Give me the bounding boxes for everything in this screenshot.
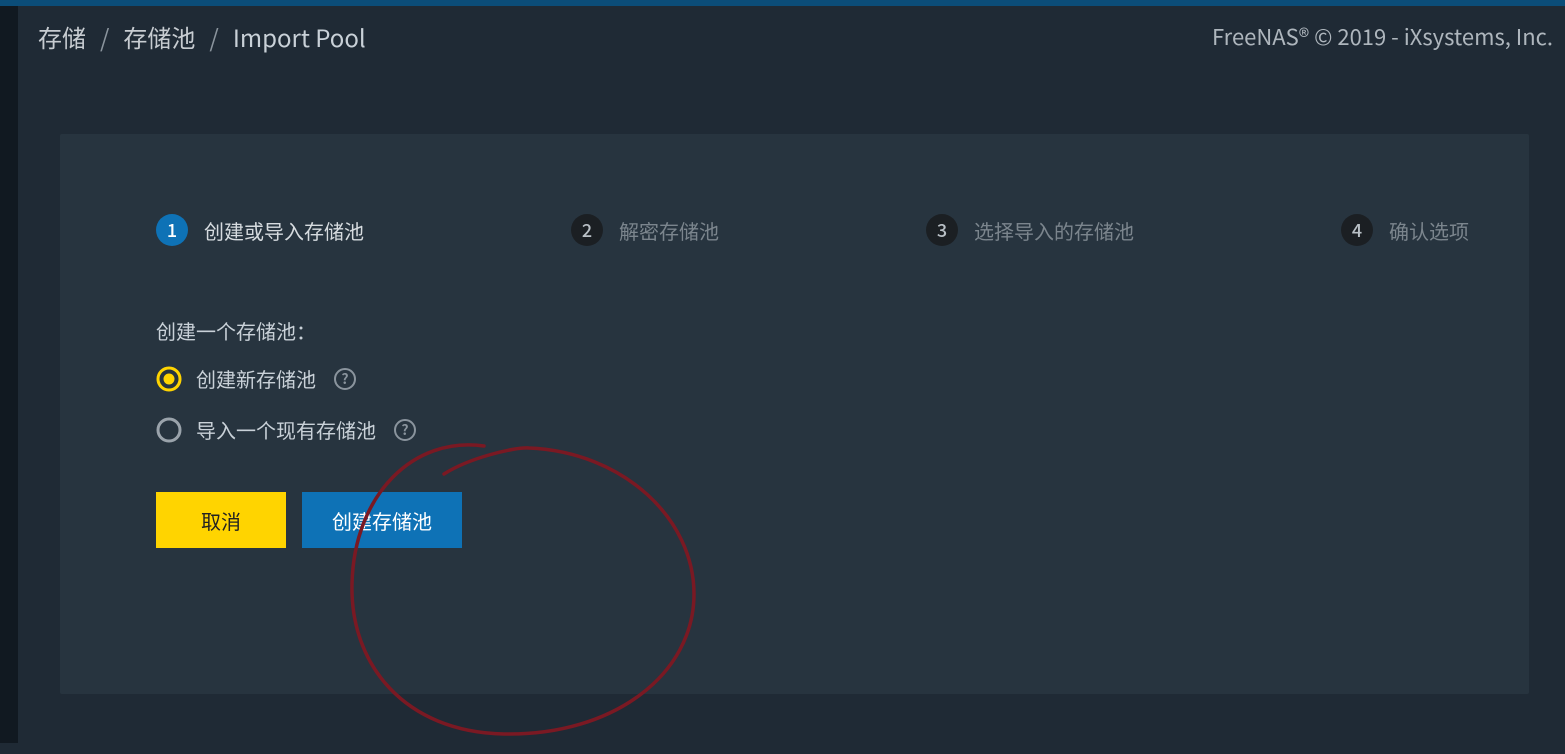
- step-chip-3: 3: [926, 214, 958, 246]
- breadcrumb: 存储 / 存储池 / Import Pool: [38, 19, 366, 54]
- breadcrumb-pools[interactable]: 存储池: [123, 19, 195, 54]
- radio-label-import: 导入一个现有存储池: [196, 415, 376, 444]
- page-header: 存储 / 存储池 / Import Pool FreeNAS® © 2019 -…: [18, 6, 1565, 66]
- step-label-4: 确认选项: [1389, 216, 1469, 245]
- radio-icon-unselected: [156, 417, 182, 443]
- hand-drawn-annotation: [294, 434, 714, 754]
- breadcrumb-storage[interactable]: 存储: [38, 19, 86, 54]
- left-rail: [0, 6, 18, 743]
- radio-create-new-pool[interactable]: 创建新存储池 ?: [156, 364, 416, 393]
- copyright-text: FreeNAS® © 2019 - iXsystems, Inc.: [1212, 20, 1553, 52]
- step-chip-4: 4: [1341, 214, 1373, 246]
- section-title: 创建一个存储池：: [156, 316, 316, 345]
- step-decrypt-pool[interactable]: 2 解密存储池: [571, 214, 719, 246]
- create-pool-button[interactable]: 创建存储池: [302, 492, 462, 548]
- help-icon[interactable]: ?: [394, 419, 416, 441]
- radio-label-create: 创建新存储池: [196, 364, 316, 393]
- wizard-card: 1 创建或导入存储池 2 解密存储池 3 选择导入的存储池 4 确认选项 创建一…: [60, 134, 1529, 694]
- step-chip-2: 2: [571, 214, 603, 246]
- breadcrumb-separator: /: [100, 19, 109, 54]
- radio-import-existing-pool[interactable]: 导入一个现有存储池 ?: [156, 415, 416, 444]
- wizard-actions: 取消 创建存储池: [156, 492, 462, 548]
- cancel-button[interactable]: 取消: [156, 492, 286, 548]
- help-icon[interactable]: ?: [334, 368, 356, 390]
- breadcrumb-separator: /: [209, 19, 218, 54]
- breadcrumb-current: Import Pool: [233, 19, 366, 54]
- radio-icon-selected: [156, 366, 182, 392]
- step-label-2: 解密存储池: [619, 216, 719, 245]
- step-create-or-import[interactable]: 1 创建或导入存储池: [156, 214, 364, 246]
- radio-group-create-pool: 创建新存储池 ? 导入一个现有存储池 ?: [156, 364, 416, 444]
- step-confirm-options[interactable]: 4 确认选项: [1341, 214, 1469, 246]
- step-label-3: 选择导入的存储池: [974, 216, 1134, 245]
- step-chip-1: 1: [156, 214, 188, 246]
- step-label-1: 创建或导入存储池: [204, 216, 364, 245]
- wizard-stepper: 1 创建或导入存储池 2 解密存储池 3 选择导入的存储池 4 确认选项: [156, 210, 1469, 250]
- step-select-pool[interactable]: 3 选择导入的存储池: [926, 214, 1134, 246]
